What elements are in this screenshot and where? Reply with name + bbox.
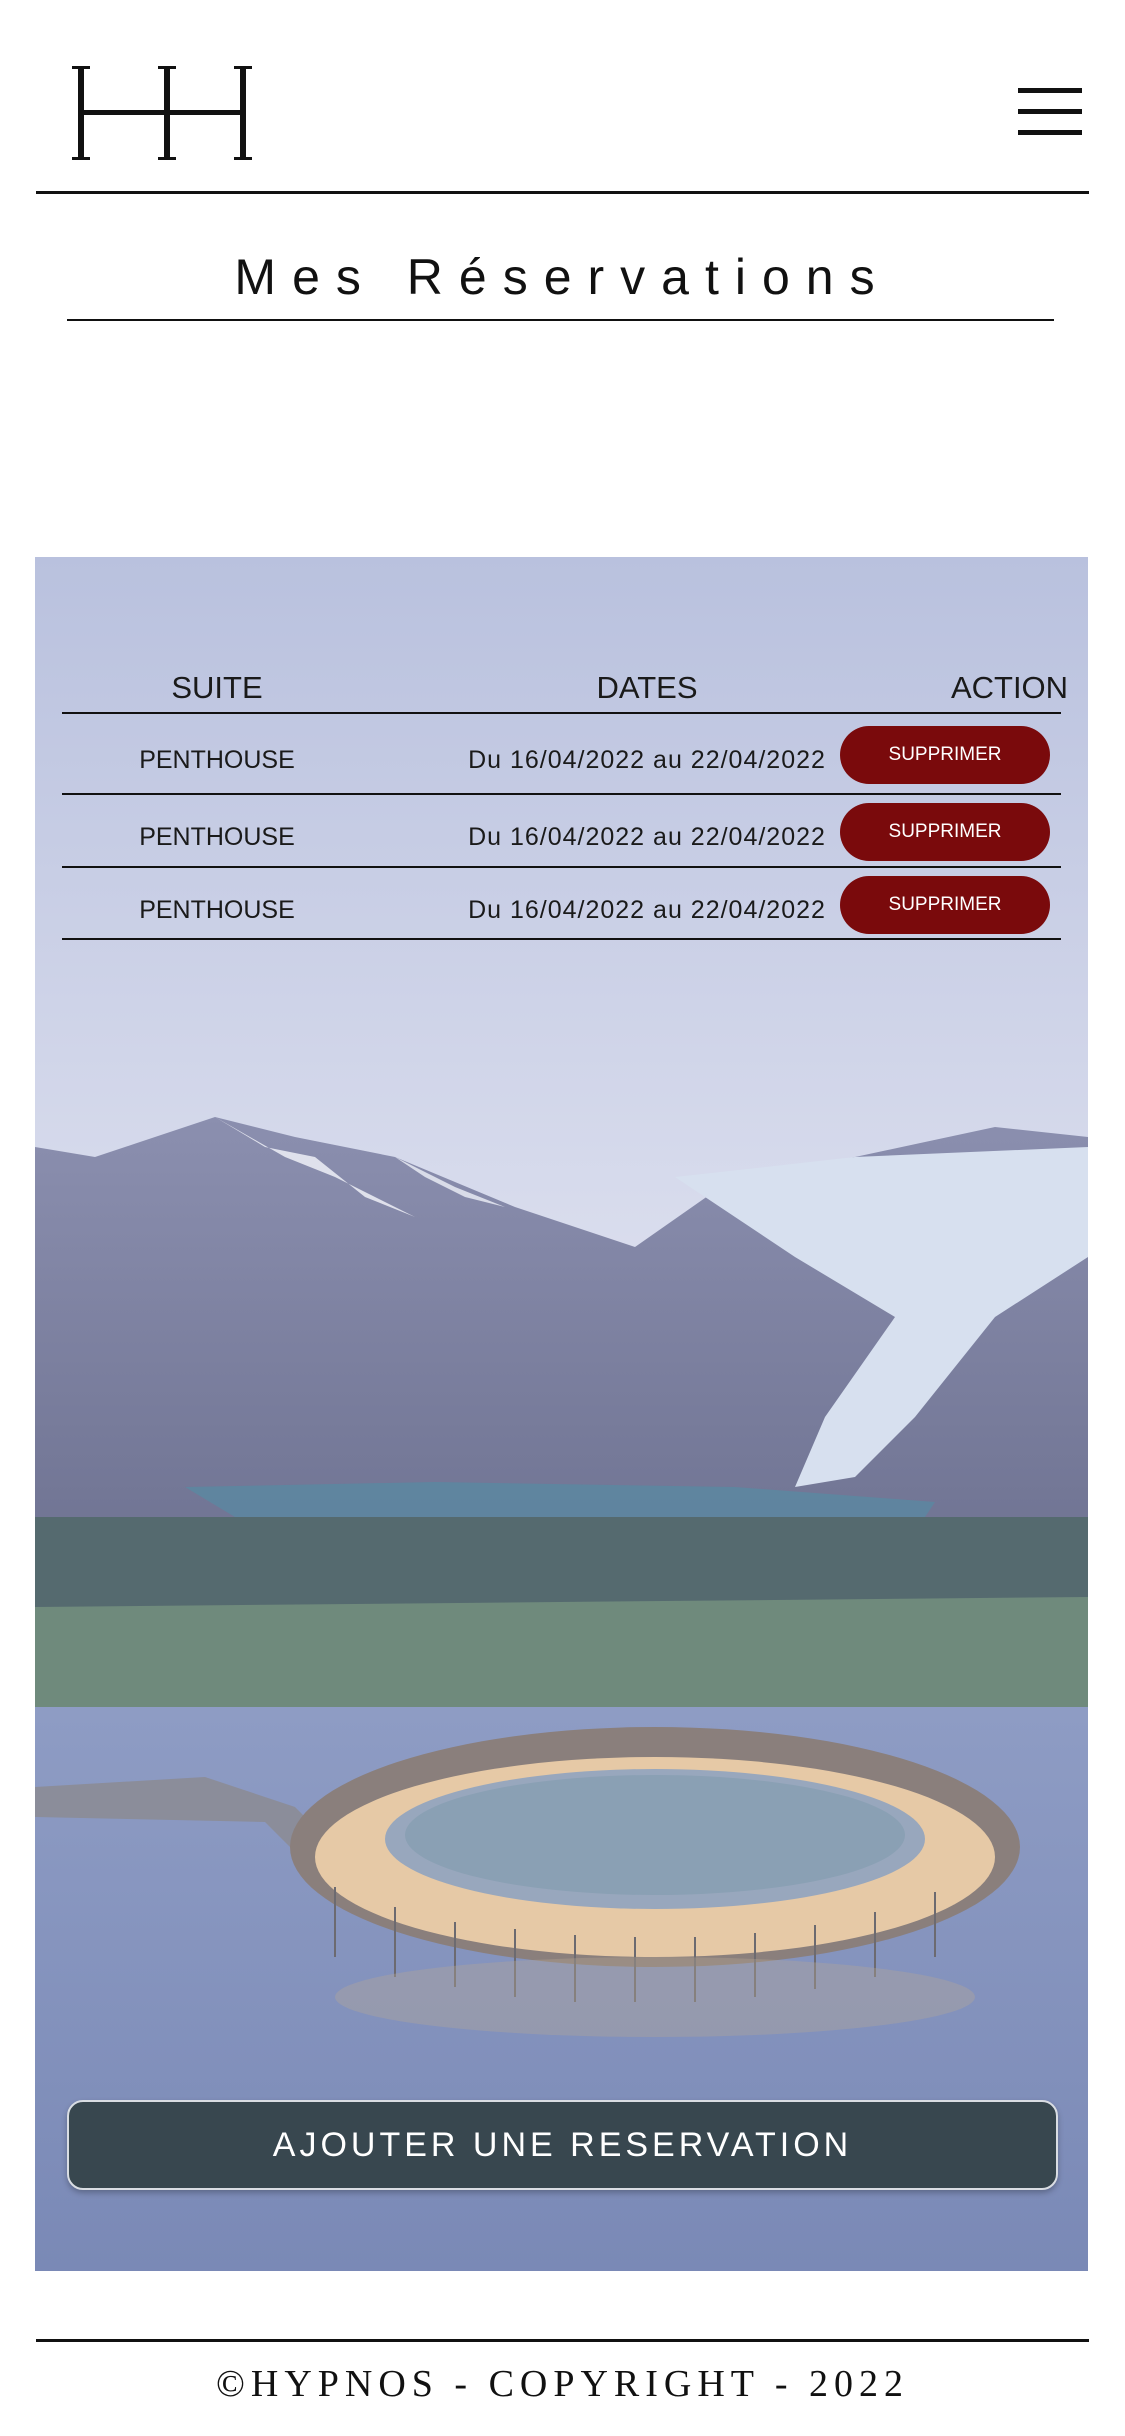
row-divider bbox=[62, 938, 1061, 940]
column-header-action: ACTION bbox=[950, 670, 1069, 705]
hypnos-logo[interactable] bbox=[72, 66, 260, 160]
column-header-dates: DATES bbox=[596, 670, 698, 705]
footer-divider bbox=[36, 2339, 1089, 2342]
table-row: PENTHOUSE Du 16/04/2022 au 22/04/2022 SU… bbox=[62, 801, 1061, 873]
delete-reservation-button[interactable]: SUPPRIMER bbox=[840, 876, 1050, 934]
suite-cell: PENTHOUSE bbox=[139, 823, 295, 851]
suite-cell: PENTHOUSE bbox=[139, 896, 295, 924]
footer-copyright: ©HYPNOS - COPYRIGHT - 2022 bbox=[216, 2363, 909, 2405]
header-divider bbox=[36, 191, 1089, 194]
page-title: Mes Réservations bbox=[234, 249, 891, 305]
title-underline bbox=[67, 319, 1054, 321]
delete-reservation-button[interactable]: SUPPRIMER bbox=[840, 803, 1050, 861]
dates-cell: Du 16/04/2022 au 22/04/2022 bbox=[468, 746, 826, 774]
add-reservation-button[interactable]: AJOUTER UNE RESERVATION bbox=[67, 2100, 1058, 2190]
hamburger-menu-icon[interactable] bbox=[1018, 88, 1082, 136]
delete-reservation-button[interactable]: SUPPRIMER bbox=[840, 726, 1050, 784]
table-row: PENTHOUSE Du 16/04/2022 au 22/04/2022 SU… bbox=[62, 724, 1061, 796]
dates-cell: Du 16/04/2022 au 22/04/2022 bbox=[468, 823, 826, 851]
suite-cell: PENTHOUSE bbox=[139, 746, 295, 774]
table-header-rule bbox=[62, 712, 1061, 714]
row-divider bbox=[62, 793, 1061, 795]
column-header-suite: SUITE bbox=[171, 670, 263, 705]
dates-cell: Du 16/04/2022 au 22/04/2022 bbox=[468, 896, 826, 924]
table-row: PENTHOUSE Du 16/04/2022 au 22/04/2022 SU… bbox=[62, 874, 1061, 946]
row-divider bbox=[62, 866, 1061, 868]
